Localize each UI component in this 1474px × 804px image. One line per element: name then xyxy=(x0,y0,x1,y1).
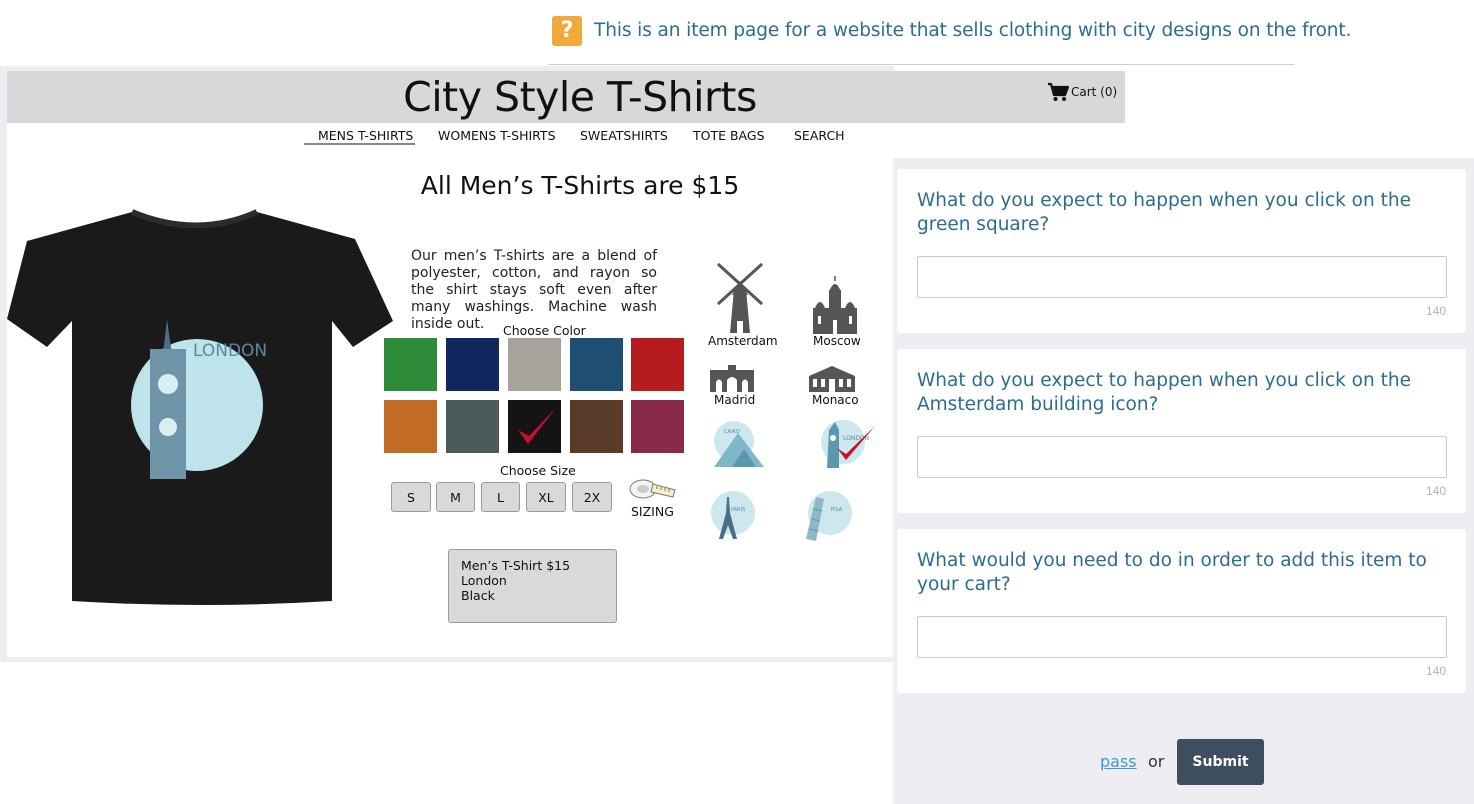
color-swatch-6[interactable] xyxy=(384,400,437,453)
nav-search[interactable]: SEARCH xyxy=(794,128,845,143)
color-swatch-4[interactable] xyxy=(570,338,623,391)
size-s-button[interactable]: S xyxy=(391,482,431,512)
color-swatch-2[interactable] xyxy=(446,338,499,391)
tshirt-image: LONDON xyxy=(7,209,393,605)
choose-color-label: Choose Color xyxy=(503,323,586,338)
or-text: or xyxy=(1148,752,1165,771)
london-design-thumbnail[interactable]: LONDON xyxy=(813,416,879,472)
active-nav-underline xyxy=(304,143,415,145)
madrid-building-icon[interactable] xyxy=(708,365,756,393)
badge-text-cairo: CAIRO xyxy=(724,429,740,435)
question-card-1: What do you expect to happen when you cl… xyxy=(897,169,1466,333)
answer-input-2[interactable] xyxy=(917,436,1447,478)
product-description: Our men’s T-shirts are a blend of polyes… xyxy=(411,248,657,332)
moscow-building-icon[interactable] xyxy=(809,276,861,334)
shirt-print-text: LONDON xyxy=(193,341,267,361)
question-text-1: What do you expect to happen when you cl… xyxy=(917,190,1411,235)
size-2x-button[interactable]: 2X xyxy=(572,482,612,512)
cart-label: Cart (0) xyxy=(1071,85,1118,99)
question-icon: ? xyxy=(552,16,582,46)
city-label-monaco: Monaco xyxy=(812,393,859,407)
city-label-amsterdam: Amsterdam xyxy=(708,334,778,348)
cart-link[interactable]: Cart (0) xyxy=(1047,82,1117,102)
cairo-design-thumbnail[interactable]: CAIRO xyxy=(708,419,768,471)
answer-input-1[interactable] xyxy=(917,256,1447,298)
city-label-madrid: Madrid xyxy=(714,393,756,407)
choose-size-label: Choose Size xyxy=(500,463,576,478)
pass-link[interactable]: pass xyxy=(1100,752,1137,771)
char-counter-3: 140 xyxy=(1425,664,1446,678)
size-l-button[interactable]: L xyxy=(481,482,520,512)
selected-check-icon xyxy=(518,408,556,444)
question-text-2: What do you expect to happen when you cl… xyxy=(917,370,1411,415)
nav-mens-tshirts[interactable]: MENS T-SHIRTS xyxy=(318,128,413,143)
color-swatch-3[interactable] xyxy=(508,338,561,391)
color-swatch-8[interactable] xyxy=(508,400,561,453)
color-swatch-1[interactable] xyxy=(384,338,437,391)
sizing-link[interactable]: SIZING xyxy=(631,504,674,519)
paris-design-thumbnail[interactable]: PARIS xyxy=(709,487,759,543)
color-swatch-9[interactable] xyxy=(570,400,623,453)
city-label-moscow: Moscow xyxy=(813,334,861,348)
question-text-3: What would you need to do in order to ad… xyxy=(917,550,1427,595)
tape-measure-icon[interactable] xyxy=(627,473,677,503)
pisa-design-thumbnail[interactable]: PISA xyxy=(798,487,854,543)
question-card-2: What do you expect to happen when you cl… xyxy=(897,349,1466,513)
order-summary: Men’s T-Shirt $15 London Black xyxy=(448,549,617,623)
summary-color: Black xyxy=(461,588,495,603)
monaco-building-icon[interactable] xyxy=(807,366,857,392)
task-description: This is an item page for a website that … xyxy=(594,20,1352,41)
site-header: City Style T-Shirts Cart (0) xyxy=(7,71,1125,123)
color-swatch-10[interactable] xyxy=(631,400,684,453)
nav-womens-tshirts[interactable]: WOMENS T-SHIRTS xyxy=(438,128,556,143)
task-banner: ? This is an item page for a website tha… xyxy=(0,0,1474,66)
amsterdam-windmill-icon[interactable] xyxy=(712,259,768,335)
badge-text-paris: PARIS xyxy=(731,507,745,513)
summary-product: Men’s T-Shirt $15 xyxy=(461,558,571,573)
char-counter-1: 140 xyxy=(1425,304,1446,318)
size-m-button[interactable]: M xyxy=(436,482,475,512)
size-xl-button[interactable]: XL xyxy=(526,482,566,512)
nav-sweatshirts[interactable]: SWEATSHIRTS xyxy=(580,128,668,143)
summary-city: London xyxy=(461,573,507,588)
questions-panel: What do you expect to happen when you cl… xyxy=(893,158,1474,804)
question-card-3: What would you need to do in order to ad… xyxy=(897,529,1466,693)
badge-text-pisa: PISA xyxy=(831,507,843,513)
char-counter-2: 140 xyxy=(1425,484,1446,498)
color-swatch-5[interactable] xyxy=(631,338,684,391)
site-title: City Style T-Shirts xyxy=(403,73,757,121)
divider xyxy=(548,64,1294,65)
cart-icon xyxy=(1048,82,1069,101)
nav-tote-bags[interactable]: TOTE BAGS xyxy=(693,128,765,143)
color-swatch-7[interactable] xyxy=(446,400,499,453)
submit-button[interactable]: Submit xyxy=(1177,739,1264,785)
answer-input-3[interactable] xyxy=(917,616,1447,658)
